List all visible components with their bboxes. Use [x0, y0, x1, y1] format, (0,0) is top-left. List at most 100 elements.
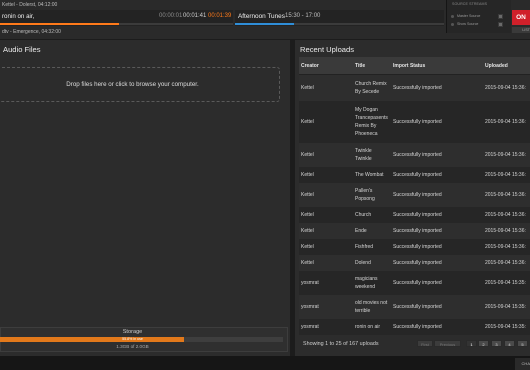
recent-uploads-heading: Recent Uploads	[300, 45, 355, 54]
table-row[interactable]: Kettel Dolend Successfully imported 2015-09…	[299, 254, 530, 271]
cell-import-status: Successfully imported	[391, 238, 483, 255]
cell-uploaded: 2015-09-04 15:36:	[483, 206, 530, 223]
column-header-uploaded[interactable]: Uploaded	[483, 57, 530, 75]
cell-import-status: Successfully imported	[391, 166, 483, 183]
track-progress-fill	[0, 23, 119, 25]
pagination-page[interactable]: 2	[478, 340, 489, 347]
cell-import-status: Successfully imported	[391, 270, 483, 295]
show-name: Afternoon Tunes	[238, 13, 285, 20]
uploads-count: Showing 1 to 25 of 167 uploads	[303, 341, 379, 347]
show-source-indicator-icon	[451, 23, 454, 26]
cell-import-status: Successfully imported	[391, 254, 483, 271]
cell-title: My Dogan Trancepasents Remix By Phoeneca	[353, 100, 391, 143]
column-header-creator[interactable]: Creator	[299, 57, 353, 75]
cell-creator: Kettel	[299, 254, 353, 271]
cell-creator: Kettel	[299, 100, 353, 143]
show-progress-fill	[235, 23, 294, 25]
source-streams-title: SOURCE STREAMS	[452, 2, 488, 6]
cell-import-status: Successfully imported	[391, 318, 483, 335]
cell-title: ronin on air	[353, 318, 391, 335]
show-source-label: Show Source	[457, 22, 479, 26]
column-header-import-status[interactable]: Import Status	[391, 57, 483, 75]
show-time: 15:30 - 17:00	[285, 13, 321, 19]
cell-creator: yosmrat	[299, 270, 353, 295]
cell-title: Church Remix By Secede	[353, 74, 391, 101]
cell-import-status: Successfully imported	[391, 142, 483, 167]
storage-label: Storage	[122, 329, 143, 335]
table-row[interactable]: Kettel Fishfred Successfully imported 2015-…	[299, 238, 530, 255]
cell-title: magicians weekend	[353, 270, 391, 295]
pagination-previous[interactable]: Previous	[434, 340, 461, 347]
cell-title: Fishfred	[353, 238, 391, 255]
cell-title: old movies not terrible	[353, 294, 391, 319]
pagination-page[interactable]: 1	[466, 340, 477, 347]
cell-creator: Kettel	[299, 142, 353, 167]
on-air-button[interactable]: ON	[512, 10, 530, 25]
table-row[interactable]: yosmrat old movies not terrible Successful…	[299, 294, 530, 319]
cell-creator: Kettel	[299, 238, 353, 255]
cell-uploaded: 2015-09-04 15:36:	[483, 166, 530, 183]
cell-uploaded: 2015-09-04 15:35:	[483, 270, 530, 295]
cell-uploaded: 2015-09-04 15:36:	[483, 74, 530, 101]
table-row[interactable]: yosmrat magicians weekend Successfully imp…	[299, 270, 530, 295]
dropzone-text: Drop files here or click to browse your …	[66, 81, 199, 88]
cell-import-status: Successfully imported	[391, 74, 483, 101]
cell-uploaded: 2015-09-04 15:36:	[483, 222, 530, 239]
pagination-page[interactable]: 5	[517, 340, 528, 347]
pagination-page[interactable]: 4	[504, 340, 515, 347]
bottom-bar	[0, 356, 530, 370]
uploads-table-header: Creator Title Import Status Uploaded	[299, 57, 530, 75]
uploads-table: Creator Title Import Status Uploaded Ket…	[299, 57, 530, 335]
table-row[interactable]: Kettel Ende Successfully imported 2015-09-0…	[299, 222, 530, 239]
cell-creator: Kettel	[299, 222, 353, 239]
column-header-title[interactable]: Title	[353, 57, 391, 75]
cell-title: Twinkle Twinkle	[353, 142, 391, 167]
cell-creator: Kettel	[299, 74, 353, 101]
listen-button[interactable]: LIST	[512, 27, 530, 33]
cell-uploaded: 2015-09-04 15:36:	[483, 238, 530, 255]
table-row[interactable]: yosmrat ronin on air Successfully imported…	[299, 318, 530, 335]
cell-uploaded: 2015-09-04 15:36:	[483, 100, 530, 143]
table-row[interactable]: Kettel Twinkle Twinkle Successfully import…	[299, 142, 530, 167]
table-row[interactable]: Kettel Church Successfully imported 2015-09…	[299, 206, 530, 223]
pagination-first[interactable]: First	[417, 340, 433, 347]
cell-title: The Wombat	[353, 166, 391, 183]
cell-title: Ende	[353, 222, 391, 239]
cell-title: Dolend	[353, 254, 391, 271]
cell-uploaded: 2015-09-04 15:35:	[483, 294, 530, 319]
cell-import-status: Successfully imported	[391, 222, 483, 239]
cell-creator: yosmrat	[299, 318, 353, 335]
next-track: dtv - Emergence, 04:32:00	[2, 29, 61, 35]
pagination-page[interactable]: 3	[491, 340, 502, 347]
cell-uploaded: 2015-09-04 15:36:	[483, 182, 530, 207]
storage-percent: 55.8% in use	[122, 337, 143, 341]
cell-uploaded: 2015-09-04 15:36:	[483, 142, 530, 167]
cell-import-status: Successfully imported	[391, 182, 483, 207]
table-row[interactable]: Kettel Pallen's Popsong Successfully impor…	[299, 182, 530, 207]
master-source-indicator-icon	[451, 15, 454, 18]
cell-import-status: Successfully imported	[391, 294, 483, 319]
cell-creator: Kettel	[299, 182, 353, 207]
remaining-time: 00:01:39	[208, 13, 232, 19]
table-row[interactable]: Kettel Church Remix By Secede Successfully…	[299, 74, 530, 101]
cell-import-status: Successfully imported	[391, 206, 483, 223]
cell-creator: Kettel	[299, 166, 353, 183]
cell-import-status: Successfully imported	[391, 100, 483, 143]
elapsed-time: 00:00:01	[159, 13, 183, 19]
cell-title: Pallen's Popsong	[353, 182, 391, 207]
cell-uploaded: 2015-09-04 15:36:	[483, 254, 530, 271]
storage-used: 1.3GB of 2.0GB	[116, 344, 149, 349]
cell-creator: Kettel	[299, 206, 353, 223]
chat-button[interactable]: CHA	[515, 358, 530, 370]
total-time: 00:01:41	[183, 13, 207, 19]
cell-creator: yosmrat	[299, 294, 353, 319]
previous-track: Kettel - Dolerst, 04:12:00	[2, 2, 58, 8]
table-row[interactable]: Kettel My Dogan Trancepasents Remix By Ph…	[299, 100, 530, 143]
table-row[interactable]: Kettel The Wombat Successfully imported 201…	[299, 166, 530, 183]
show-source-toggle[interactable]	[498, 22, 503, 27]
now-playing-title: ronin on air,	[2, 13, 35, 20]
cell-uploaded: 2015-09-04 15:35:	[483, 318, 530, 335]
master-source-toggle[interactable]	[498, 14, 503, 19]
cell-title: Church	[353, 206, 391, 223]
master-source-label: Master Source	[457, 14, 481, 18]
